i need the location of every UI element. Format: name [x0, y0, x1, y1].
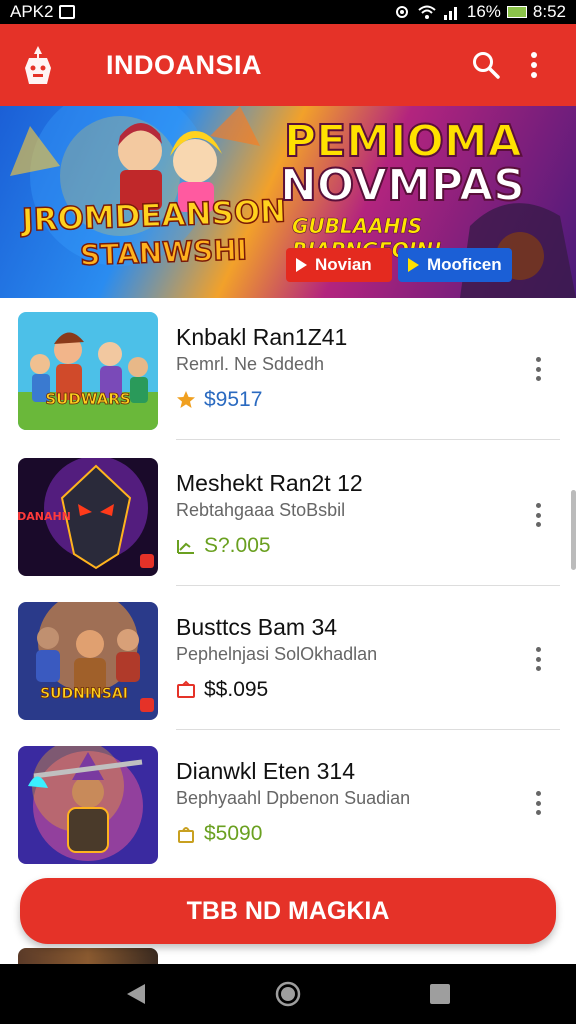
next-item-thumbnail-peek: [18, 948, 158, 964]
system-nav-bar: [0, 964, 576, 1024]
game-thumbnail[interactable]: DANAHN: [18, 458, 158, 576]
banner-left-subtitle: STANWSHI: [79, 232, 249, 272]
price-row: $$.095: [176, 678, 268, 702]
signal-icon: [443, 7, 457, 20]
cta-label: TBB ND MAGKIA: [186, 896, 390, 925]
list-divider: [176, 729, 560, 730]
primary-cta-button[interactable]: TBB ND MAGKIA: [20, 878, 556, 944]
game-subtitle: Remrl. Ne Sddedh: [176, 354, 325, 374]
play-icon: [408, 258, 419, 272]
game-price: S?.005: [204, 534, 271, 557]
list-item[interactable]: SUDWARS Knbakl Ran1Z41 Remrl. Ne Sddedh …: [0, 298, 576, 440]
banner-secondary-button[interactable]: Mooficen: [398, 248, 512, 282]
price-row: $5090: [176, 822, 262, 846]
recents-icon: [430, 984, 450, 1004]
thumbnail-caption: SUDNINSAI: [40, 686, 128, 702]
item-more-button[interactable]: [526, 498, 550, 532]
notification-icon: [59, 5, 76, 19]
status-app-label: APK2: [10, 2, 54, 21]
thumbnail-caption: SUDWARS: [45, 390, 130, 408]
game-thumbnail[interactable]: SUDNINSAI: [18, 602, 158, 720]
list-divider: [176, 585, 560, 586]
game-title: Meshekt Ran2t 12: [176, 470, 363, 496]
game-subtitle: Pephelnjasi SolOkhadlan: [176, 644, 378, 664]
banner-headline-line2: NOVMPAS: [279, 159, 526, 212]
wifi-icon: [418, 5, 436, 19]
ticket-icon: [176, 680, 196, 700]
list-item[interactable]: SUDNINSAI Busttcs Bam 34 Pephelnjasi Sol…: [0, 588, 576, 730]
banner-primary-label: Novian: [315, 255, 372, 274]
item-more-button[interactable]: [526, 786, 550, 820]
game-title: Busttcs Bam 34: [176, 614, 338, 640]
game-thumbnail[interactable]: [18, 746, 158, 864]
app-bar: INDOANSIA: [0, 24, 576, 106]
list-divider: [176, 439, 560, 440]
back-icon: [127, 984, 145, 1004]
game-price: $$.095: [204, 678, 269, 701]
app-logo-icon[interactable]: [18, 43, 58, 87]
recents-button[interactable]: [416, 970, 464, 1018]
search-icon: [473, 52, 500, 79]
home-icon: [275, 981, 301, 1007]
game-title: Knbakl Ran1Z41: [176, 324, 348, 350]
status-bar: APK2 16% 8:52: [0, 0, 576, 24]
status-time: 8:52: [532, 2, 566, 21]
game-price: $5090: [204, 822, 263, 845]
star-icon: [176, 390, 196, 410]
price-row: S?.005: [176, 534, 271, 558]
banner-primary-button[interactable]: Novian: [286, 248, 392, 282]
item-more-button[interactable]: [526, 642, 550, 676]
battery-percent: 16%: [466, 2, 501, 21]
more-vert-icon: [531, 52, 537, 78]
overflow-menu-button[interactable]: [510, 41, 558, 89]
game-price: $9517: [204, 388, 263, 411]
home-button[interactable]: [264, 970, 312, 1018]
game-subtitle: Bephyaahl Dpbenon Suadian: [176, 788, 411, 808]
scrollbar[interactable]: [571, 490, 576, 570]
price-row: $9517: [176, 388, 262, 412]
bag-icon: [176, 824, 196, 844]
list-item[interactable]: Dianwkl Eten 314 Bephyaahl Dpbenon Suadi…: [0, 732, 576, 874]
app-title: INDOANSIA: [106, 49, 263, 80]
trend-icon: [176, 536, 196, 556]
back-button[interactable]: [112, 970, 160, 1018]
game-subtitle: Rebtahgaaa StoBsbil: [176, 500, 346, 520]
promo-banner[interactable]: JROMDEANSON STANWSHI PEMIOMA NOVMPAS GUB…: [0, 106, 576, 298]
settings-status-icon: [395, 6, 408, 18]
item-more-button[interactable]: [526, 352, 550, 386]
search-button[interactable]: [462, 41, 510, 89]
play-icon: [296, 258, 307, 272]
game-thumbnail[interactable]: SUDWARS: [18, 312, 158, 430]
battery-icon: [506, 6, 527, 18]
list-item[interactable]: DANAHN Meshekt Ran2t 12 Rebtahgaaa StoBs…: [0, 444, 576, 586]
thumbnail-caption: DANAHN: [18, 510, 71, 523]
banner-secondary-label: Mooficen: [427, 255, 502, 274]
game-title: Dianwkl Eten 314: [176, 758, 355, 784]
